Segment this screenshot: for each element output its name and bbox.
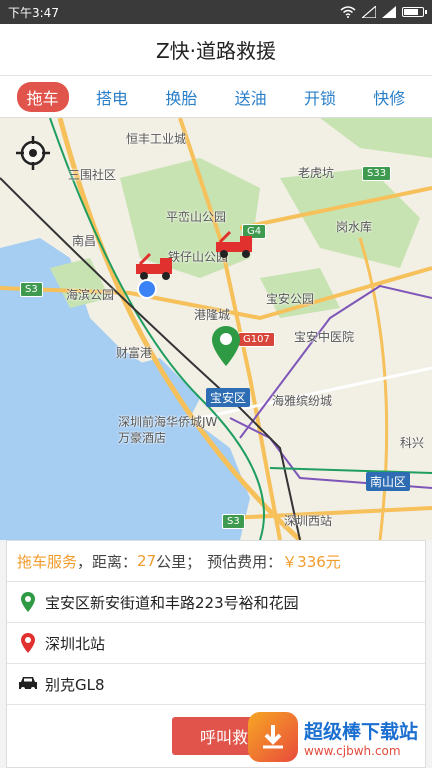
- title-bar: Z快·道路救援: [0, 24, 432, 76]
- destination-row[interactable]: 深圳北站: [7, 623, 425, 664]
- fee-label: 预估费用：: [207, 552, 283, 571]
- destination-pin-icon: [17, 633, 39, 653]
- watermark-title: 超级棒下载站: [304, 720, 419, 743]
- locate-me-button[interactable]: [14, 134, 52, 172]
- origin-pin-icon: [17, 592, 39, 612]
- map-label: 三围社区: [68, 168, 117, 182]
- map-label: 科兴: [400, 436, 425, 450]
- destination-address: 深圳北站: [45, 634, 106, 653]
- vehicle-row[interactable]: 别克GL8: [7, 664, 425, 705]
- page-title: Z快·道路救援: [155, 39, 277, 63]
- tab-quick-repair[interactable]: 快修: [363, 82, 415, 112]
- map-label: 老虎坑: [298, 166, 335, 180]
- district-label: 宝安区: [206, 388, 251, 407]
- map-label: 海滨公园: [66, 288, 115, 302]
- map-label: 岗水库: [336, 220, 373, 234]
- origin-address: 宝安区新安街道和丰路223号裕和花园: [45, 593, 299, 612]
- watermark-text: 超级棒下载站 www.cjbwh.com: [304, 717, 418, 758]
- map-label: 平峦山公园: [166, 210, 227, 224]
- download-logo-icon: [248, 712, 298, 762]
- tab-jump-start[interactable]: 搭电: [86, 82, 138, 112]
- wifi-icon: [340, 6, 356, 18]
- road-shield: S3: [20, 282, 43, 297]
- map-label: 南昌: [72, 234, 97, 248]
- tow-truck-icon[interactable]: [214, 230, 256, 260]
- map-label: 港隆城: [194, 308, 231, 322]
- battery-icon: [402, 7, 427, 17]
- road-shield: S33: [362, 166, 392, 181]
- distance-value: 27: [137, 552, 157, 570]
- watermark: 超级棒下载站 www.cjbwh.com: [248, 706, 432, 768]
- road-shield: G107: [238, 332, 275, 347]
- status-icons: [340, 6, 427, 18]
- vehicle-model: 别克GL8: [45, 675, 105, 694]
- road-shield: S3: [222, 514, 245, 529]
- map-label: 宝安公园: [266, 292, 315, 306]
- service-type: 拖车服务: [17, 552, 78, 571]
- fee-value: ￥336元: [282, 552, 341, 571]
- crosshair-icon: [16, 136, 50, 170]
- distance-unit: 公里；: [156, 552, 202, 571]
- watermark-url: www.cjbwh.com: [304, 743, 401, 758]
- map-view[interactable]: 恒丰工业城 三围社区 老虎坑 平峦山公园 岗水库 南昌 铁仔山公园 宝安公园 海…: [0, 118, 432, 540]
- map-label: 深圳西站: [284, 514, 333, 528]
- destination-pin-icon[interactable]: [212, 326, 240, 366]
- service-tabs: 拖车 搭电 换胎 送油 开锁 快修: [0, 76, 432, 118]
- current-location-dot: [137, 279, 157, 299]
- distance-label: ，距离：: [77, 552, 138, 571]
- origin-row[interactable]: 宝安区新安街道和丰路223号裕和花园: [7, 582, 425, 623]
- signal-icon: [362, 6, 376, 18]
- tab-tire-change[interactable]: 换胎: [155, 82, 207, 112]
- signal-icon-2: [382, 6, 396, 18]
- map-label: 深圳前海华侨城JW万豪酒店: [118, 415, 218, 445]
- status-bar: 下午3:47: [0, 0, 432, 24]
- status-time: 下午3:47: [8, 5, 59, 20]
- map-label: 财富港: [116, 346, 153, 360]
- map-label: 宝安中医院: [294, 330, 355, 344]
- tab-fuel-delivery[interactable]: 送油: [225, 82, 277, 112]
- tab-tow[interactable]: 拖车: [16, 81, 69, 112]
- district-label: 南山区: [366, 472, 411, 491]
- car-icon: [17, 676, 39, 692]
- map-label: 恒丰工业城: [126, 132, 187, 146]
- service-info-row: 拖车服务 ，距离： 27 公里； 预估费用： ￥336元: [7, 541, 425, 582]
- tab-unlock[interactable]: 开锁: [294, 82, 346, 112]
- map-label: 海雅缤纷城: [272, 394, 333, 408]
